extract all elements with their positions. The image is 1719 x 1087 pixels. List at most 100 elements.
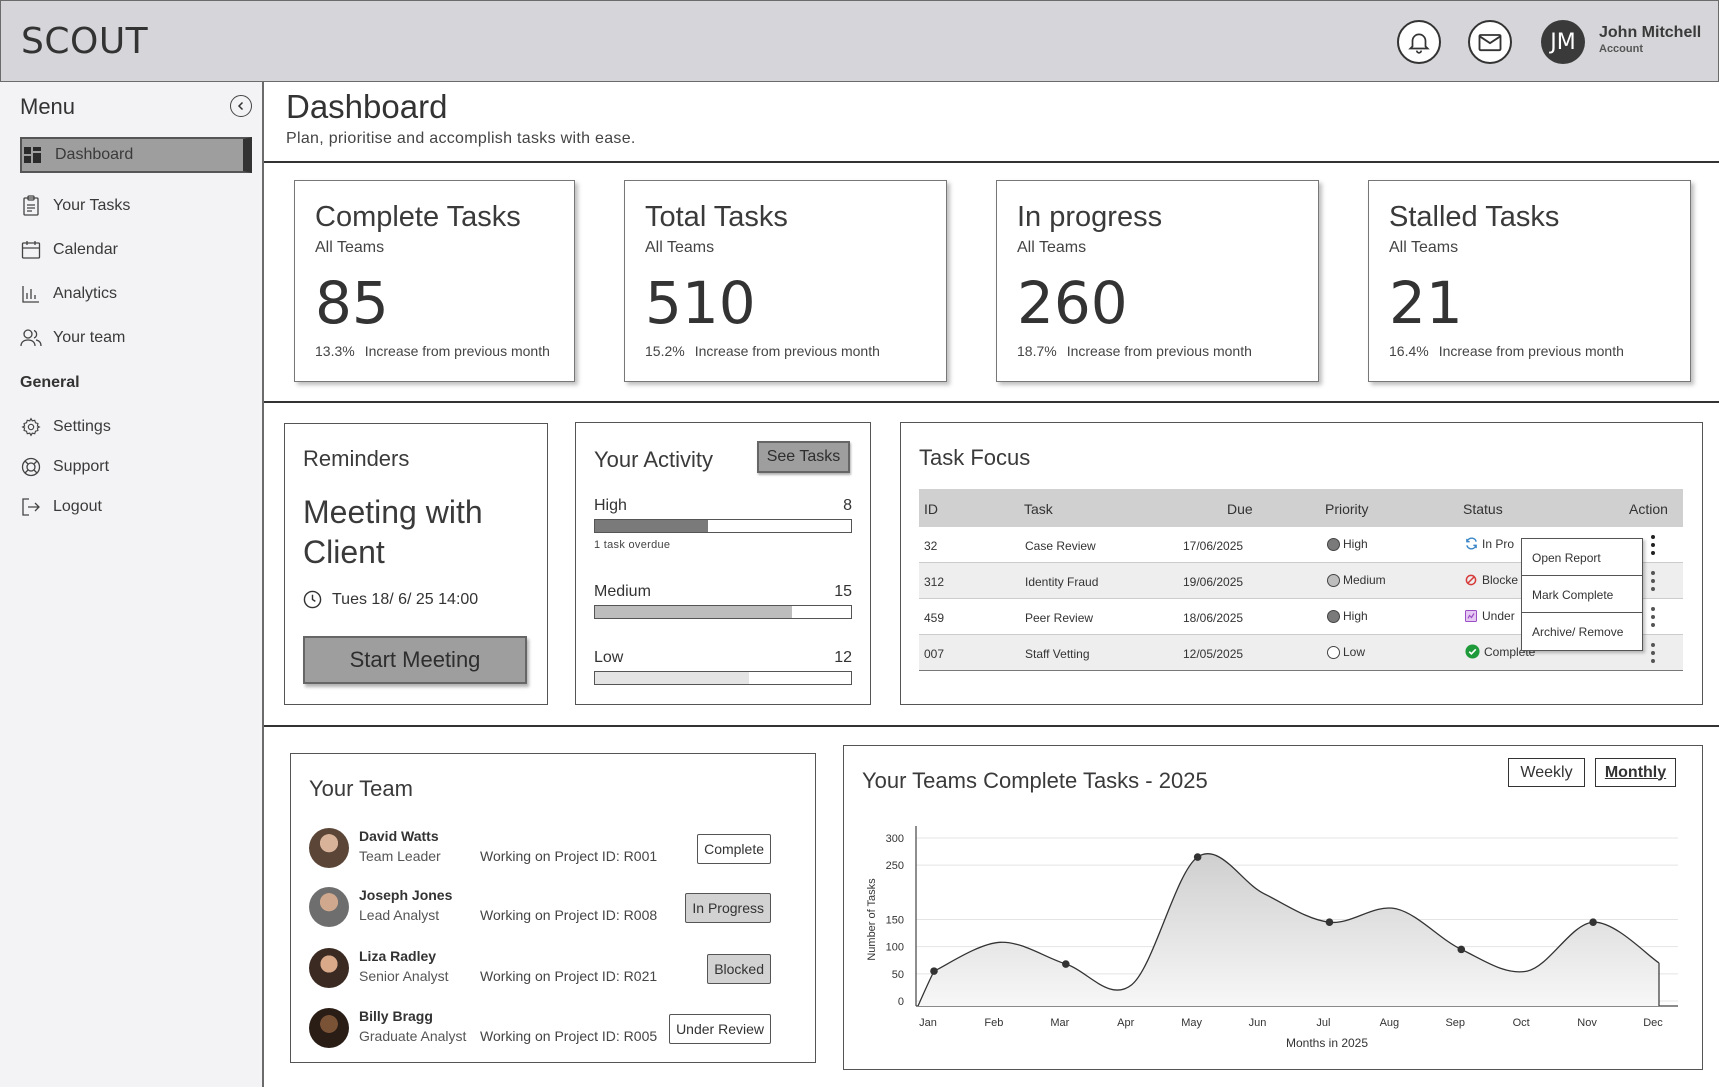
data-point bbox=[1062, 960, 1070, 968]
see-tasks-button[interactable]: See Tasks bbox=[757, 441, 850, 473]
x-tick-label: Apr bbox=[1117, 1017, 1134, 1029]
task-due: 19/06/2025 bbox=[1183, 575, 1244, 589]
avatar bbox=[309, 887, 349, 927]
sidebar-item-label: Logout bbox=[53, 498, 102, 515]
y-axis-label: Number of Tasks bbox=[866, 878, 878, 961]
stat-card-stalled[interactable]: Stalled Tasks All Teams 21 16.4% Increase… bbox=[1368, 180, 1691, 382]
clipboard-icon bbox=[20, 195, 42, 217]
stat-card-in-progress[interactable]: In progress All Teams 260 18.7% Increase … bbox=[996, 180, 1319, 382]
sidebar-item-your-tasks[interactable]: Your Tasks bbox=[20, 188, 130, 224]
stat-value: 260 bbox=[1017, 269, 1128, 337]
sidebar-item-dashboard[interactable]: Dashboard bbox=[20, 137, 252, 173]
stat-title: Complete Tasks bbox=[315, 201, 521, 233]
stat-change: 16.4% Increase from previous month bbox=[1389, 343, 1624, 359]
sidebar: Menu Dashboard Your Tasks Calendar Analy… bbox=[0, 82, 264, 1087]
team-member-row[interactable]: Liza Radley Senior Analyst Working on Pr… bbox=[309, 942, 789, 998]
team-member-row[interactable]: Joseph Jones Lead Analyst Working on Pro… bbox=[309, 881, 789, 937]
col-id[interactable]: ID bbox=[924, 501, 938, 517]
activity-progress-bar bbox=[594, 519, 852, 533]
status-badge[interactable]: In Progress bbox=[685, 893, 771, 923]
sidebar-item-settings[interactable]: Settings bbox=[20, 409, 111, 445]
reminders-panel: Reminders Meeting with Client Tues 18/ 6… bbox=[284, 423, 548, 705]
reminders-title: Reminders bbox=[303, 446, 410, 471]
x-tick-label: Dec bbox=[1643, 1017, 1663, 1029]
data-point bbox=[1457, 945, 1466, 954]
page-subtitle: Plan, prioritise and accomplish tasks wi… bbox=[286, 130, 636, 147]
status-badge[interactable]: Under Review bbox=[669, 1014, 771, 1044]
row-action-menu-button[interactable] bbox=[1650, 607, 1656, 627]
col-due[interactable]: Due bbox=[1227, 501, 1253, 517]
x-axis-label: Months in 2025 bbox=[1286, 1036, 1368, 1050]
y-tick-label: 150 bbox=[886, 915, 904, 927]
x-tick-label: Sep bbox=[1445, 1017, 1465, 1029]
stat-title: Total Tasks bbox=[645, 201, 788, 233]
x-tick-label: Nov bbox=[1577, 1017, 1597, 1029]
collapse-sidebar-button[interactable] bbox=[230, 95, 252, 117]
stat-card-total[interactable]: Total Tasks All Teams 510 15.2% Increase … bbox=[624, 180, 947, 382]
refresh-icon bbox=[1466, 537, 1477, 550]
priority-dot-icon bbox=[1327, 610, 1340, 623]
review-icon bbox=[1465, 610, 1477, 622]
team-member-row[interactable]: David Watts Team Leader Working on Proje… bbox=[309, 822, 789, 878]
sidebar-item-analytics[interactable]: Analytics bbox=[20, 276, 117, 312]
data-point bbox=[1589, 918, 1597, 927]
sidebar-item-support[interactable]: Support bbox=[20, 449, 109, 485]
row-action-menu-button[interactable] bbox=[1650, 571, 1656, 591]
task-due: 12/05/2025 bbox=[1183, 647, 1244, 661]
general-section-label: General bbox=[20, 374, 80, 391]
task-id: 32 bbox=[924, 539, 938, 553]
area-fill bbox=[918, 853, 1659, 1006]
blocked-icon bbox=[1465, 574, 1477, 586]
member-name: Billy Bragg bbox=[359, 1008, 433, 1024]
start-meeting-button[interactable]: Start Meeting bbox=[303, 636, 527, 684]
member-role: Senior Analyst bbox=[359, 968, 449, 984]
col-priority[interactable]: Priority bbox=[1325, 501, 1369, 517]
row-action-menu-button[interactable] bbox=[1650, 535, 1656, 555]
task-id: 312 bbox=[924, 575, 945, 589]
menu-item-open-report[interactable]: Open Report bbox=[1522, 539, 1642, 576]
bell-icon[interactable] bbox=[1397, 20, 1441, 64]
calendar-icon bbox=[20, 239, 42, 261]
stat-change: 18.7% Increase from previous month bbox=[1017, 343, 1252, 359]
avatar bbox=[309, 948, 349, 988]
stat-value: 21 bbox=[1389, 269, 1463, 337]
stat-card-complete[interactable]: Complete Tasks All Teams 85 13.3% Increas… bbox=[294, 180, 575, 382]
app-logo[interactable]: SCOUT bbox=[21, 21, 148, 62]
user-name[interactable]: John Mitchell bbox=[1599, 24, 1701, 42]
status-badge[interactable]: Blocked bbox=[707, 954, 771, 984]
row-action-menu-button[interactable] bbox=[1650, 643, 1656, 663]
x-tick-label: Oct bbox=[1513, 1017, 1530, 1029]
page-title: Dashboard bbox=[286, 88, 448, 125]
col-task[interactable]: Task bbox=[1024, 501, 1053, 517]
team-member-row[interactable]: Billy Bragg Graduate Analyst Working on … bbox=[309, 1002, 789, 1058]
activity-count: 12 bbox=[834, 649, 852, 666]
menu-item-archive-remove[interactable]: Archive/ Remove bbox=[1522, 613, 1642, 650]
data-point bbox=[1193, 853, 1202, 861]
stat-value: 510 bbox=[645, 269, 756, 337]
activity-count: 15 bbox=[834, 583, 852, 600]
stat-scope: All Teams bbox=[645, 239, 715, 256]
activity-label: Medium bbox=[594, 583, 651, 600]
member-project: Working on Project ID: R021 bbox=[480, 968, 658, 984]
x-tick-label: Jun bbox=[1249, 1017, 1267, 1029]
sidebar-item-your-team[interactable]: Your team bbox=[20, 320, 125, 356]
sidebar-item-label: Support bbox=[53, 458, 110, 475]
sidebar-item-calendar[interactable]: Calendar bbox=[20, 232, 118, 268]
dashboard-icon bbox=[22, 144, 44, 166]
member-name: Liza Radley bbox=[359, 948, 437, 964]
col-status[interactable]: Status bbox=[1463, 501, 1503, 517]
sidebar-item-logout[interactable]: Logout bbox=[20, 489, 102, 525]
avatar bbox=[309, 1008, 349, 1048]
account-link[interactable]: Account bbox=[1599, 43, 1643, 55]
task-status: Under bbox=[1465, 609, 1515, 623]
task-name: Identity Fraud bbox=[1025, 575, 1099, 589]
activity-label: High bbox=[594, 497, 627, 514]
mail-icon[interactable] bbox=[1468, 20, 1512, 64]
status-badge[interactable]: Complete bbox=[697, 834, 771, 864]
row-context-menu: Open Report Mark Complete Archive/ Remov… bbox=[1521, 538, 1643, 651]
sidebar-item-label: Settings bbox=[53, 418, 111, 435]
priority-dot-icon bbox=[1327, 646, 1340, 659]
menu-item-mark-complete[interactable]: Mark Complete bbox=[1522, 576, 1642, 613]
user-avatar[interactable]: JM bbox=[1541, 20, 1585, 64]
stat-scope: All Teams bbox=[315, 239, 385, 256]
